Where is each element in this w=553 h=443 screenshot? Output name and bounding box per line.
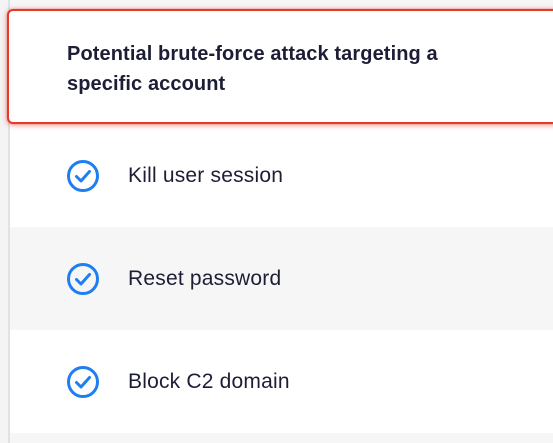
action-label: Reset password <box>128 266 282 290</box>
check-circle-icon <box>66 365 100 399</box>
action-item-block-c2-domain[interactable]: Block C2 domain <box>10 330 553 433</box>
check-circle-icon <box>66 159 100 193</box>
response-playbook: Potential brute-force attack targeting a… <box>0 0 553 443</box>
action-item-reset-password[interactable]: Reset password <box>10 227 553 330</box>
action-label: Kill user session <box>128 163 284 187</box>
alert-card[interactable]: Potential brute-force attack targeting a… <box>7 9 553 124</box>
action-label: Block C2 domain <box>128 369 290 393</box>
action-item-kill-session[interactable]: Kill user session <box>10 124 553 227</box>
alert-title: Potential brute-force attack targeting a… <box>67 43 438 95</box>
check-circle-icon <box>66 262 100 296</box>
